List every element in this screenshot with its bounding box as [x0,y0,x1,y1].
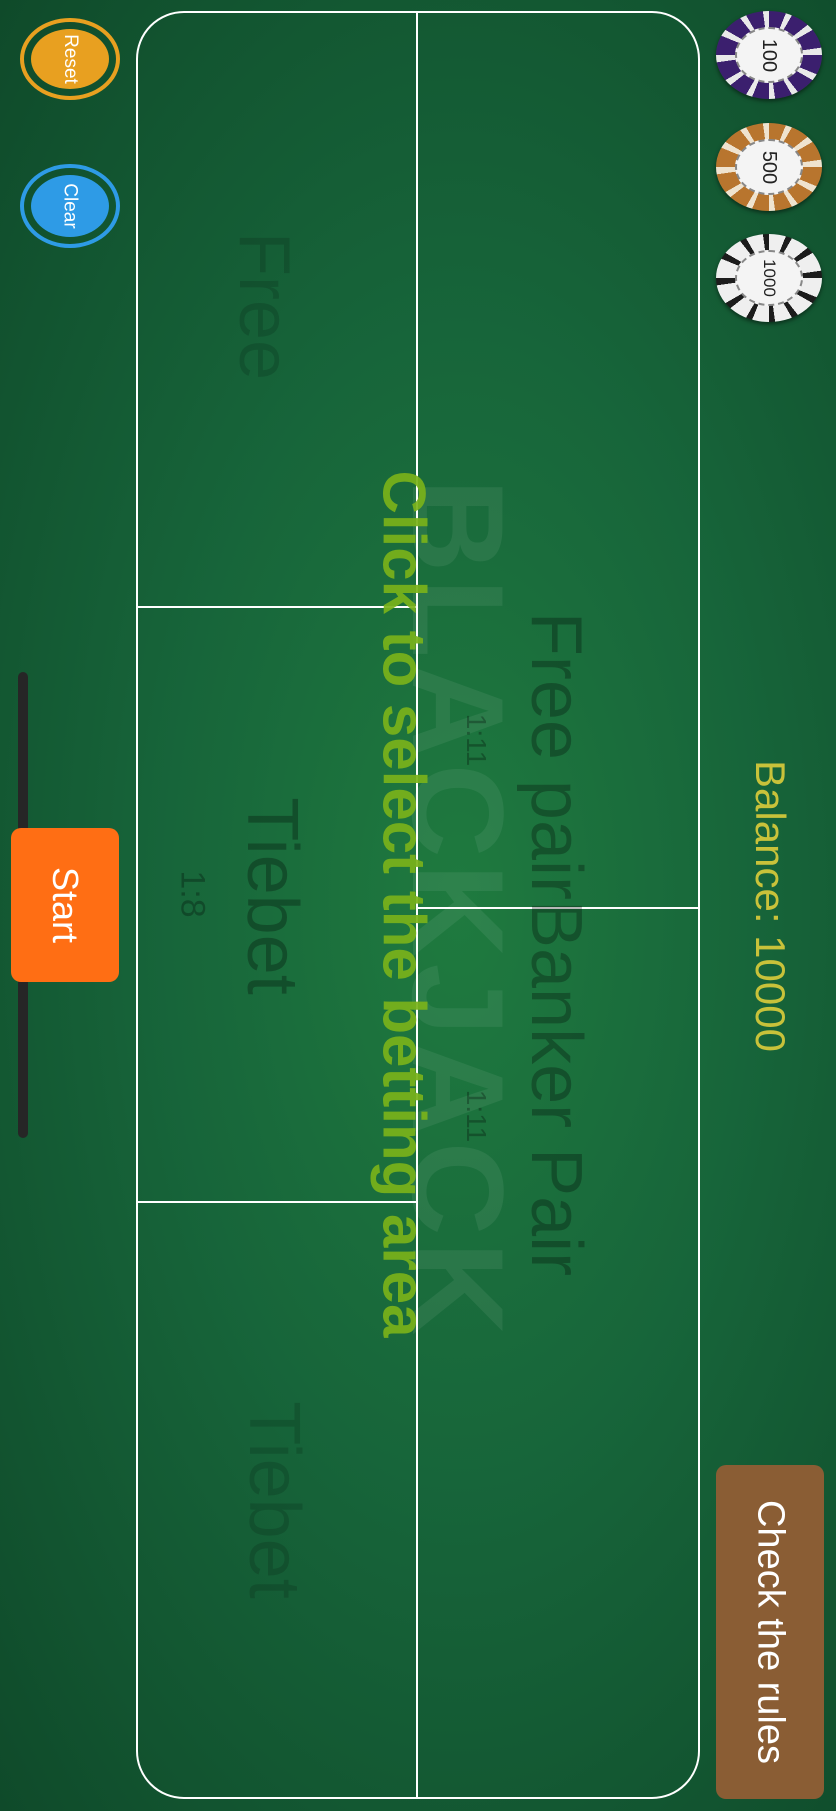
start-label: Start [45,866,86,944]
chip-100[interactable]: 100 [716,11,822,99]
chip-500-value: 500 [758,150,781,184]
free-pair-odds: 1:11 [461,713,492,767]
check-rules-button[interactable]: Check the rules [716,1465,824,1799]
clear-button[interactable]: Clear [20,164,120,248]
chip-500[interactable]: 500 [716,123,822,211]
check-rules-label: Check the rules [749,1499,792,1765]
start-button[interactable]: Start [11,828,119,982]
balance-display: Balance: 10000 [747,760,794,1052]
tiebet-label: Tiebet [232,797,312,995]
chip-1000-value: 1000 [759,259,779,297]
betting-instruction: Click to select the betting area [370,470,438,1338]
free-pair-banker-pair-label: Free pairBanker Pair [516,611,596,1277]
left-free-label: Free [224,231,304,381]
chip-100-value: 100 [758,38,781,72]
chip-1000[interactable]: 1000 [716,234,822,322]
left-tiebet-label: Tiebet [234,1401,314,1599]
reset-label: Reset [59,34,81,84]
tiebet-odds: 1:8 [173,870,212,918]
clear-label: Clear [60,183,81,229]
reset-button[interactable]: Reset [20,18,120,100]
banker-pair-odds: 1:11 [461,1089,492,1143]
